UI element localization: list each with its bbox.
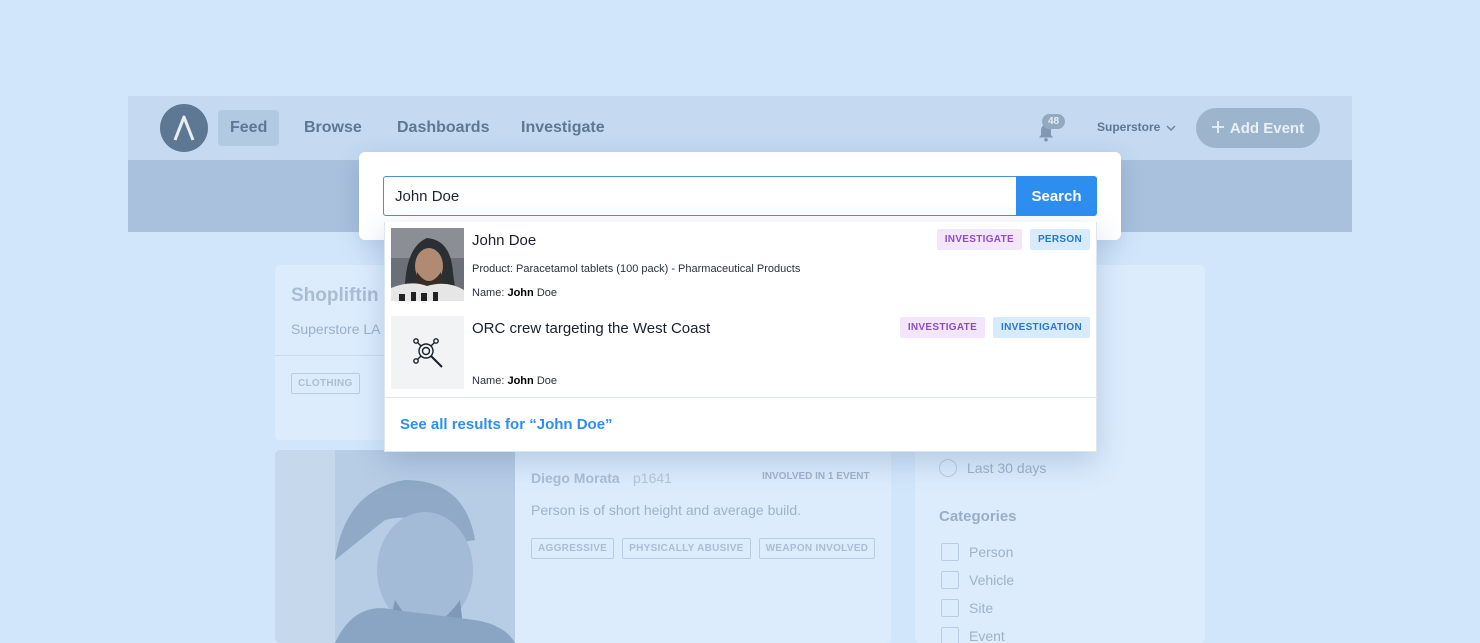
person-id: p1641 — [633, 470, 672, 486]
name-rest: Doe — [536, 287, 557, 299]
category-event[interactable]: Event — [941, 622, 1014, 643]
category-person[interactable]: Person — [941, 538, 1014, 566]
tag-aggressive: AGGRESSIVE — [531, 538, 615, 559]
name-match: John — [507, 375, 534, 387]
add-event-label: Add Event — [1229, 119, 1305, 137]
plus-icon — [1211, 120, 1224, 137]
checkbox[interactable] — [941, 571, 959, 589]
name-match: John — [507, 287, 534, 299]
result-badges: INVESTIGATE PERSON — [936, 229, 1090, 250]
search-result-investigation[interactable]: ORC crew targeting the West Coast Name: … — [385, 310, 1098, 398]
network-search-icon — [391, 316, 464, 389]
checkbox[interactable] — [941, 543, 959, 561]
categories-list: Person Vehicle Site Event — [941, 538, 1014, 643]
badge-investigation: INVESTIGATION — [993, 317, 1090, 338]
store-selector[interactable]: Superstore — [1097, 120, 1176, 134]
category-site[interactable]: Site — [941, 594, 1014, 622]
result-title: John Doe — [472, 232, 537, 249]
person-thumbnail — [391, 228, 464, 301]
nav-investigate[interactable]: Investigate — [509, 110, 617, 146]
checkbox[interactable] — [941, 599, 959, 617]
event-location: Superstore LA — [291, 321, 381, 337]
result-name-line: Name: John Doe — [472, 287, 557, 299]
app-header: Feed Browse Dashboards Investigate 48 Su… — [128, 96, 1352, 160]
tag-physically-abusive: PHYSICALLY ABUSIVE — [622, 538, 751, 559]
category-label: Site — [969, 600, 994, 616]
search-results-dropdown: John Doe Product: Paracetamol tablets (1… — [384, 222, 1098, 452]
search-button[interactable]: Search — [1016, 176, 1097, 216]
category-label: Event — [969, 628, 1005, 643]
nav-browse[interactable]: Browse — [292, 110, 374, 146]
tag-weapon-involved: WEAPON INVOLVED — [758, 538, 876, 559]
person-photo — [275, 450, 515, 643]
result-badges: INVESTIGATE INVESTIGATION — [899, 317, 1090, 338]
person-tags: AGGRESSIVE PHYSICALLY ABUSIVE WEAPON INV… — [531, 538, 876, 559]
checkbox[interactable] — [941, 627, 959, 643]
nav-feed[interactable]: Feed — [218, 110, 280, 146]
person-name[interactable]: Diego Morata — [531, 470, 620, 486]
category-label: Person — [969, 544, 1014, 560]
chevron-down-icon — [1166, 120, 1176, 134]
nav-dashboards[interactable]: Dashboards — [385, 110, 501, 146]
result-title: ORC crew targeting the West Coast — [472, 320, 711, 337]
search-input[interactable] — [383, 176, 1016, 216]
category-vehicle[interactable]: Vehicle — [941, 566, 1014, 594]
store-label: Superstore — [1097, 120, 1161, 134]
badge-person: PERSON — [1029, 229, 1090, 250]
involvement-count: INVOLVED IN 1 EVENT — [762, 471, 870, 482]
badge-investigate[interactable]: INVESTIGATE — [936, 229, 1022, 250]
categories-title: Categories — [939, 508, 1017, 525]
badge-investigate[interactable]: INVESTIGATE — [899, 317, 986, 338]
name-label: Name: — [472, 375, 505, 387]
lambda-logo-icon[interactable] — [160, 104, 208, 152]
date-filter-label: Last 30 days — [967, 460, 1047, 476]
add-event-button[interactable]: Add Event — [1196, 108, 1320, 148]
name-rest: Doe — [536, 375, 557, 387]
result-name-line: Name: John Doe — [472, 375, 557, 387]
divider — [385, 397, 1098, 398]
person-card[interactable]: Diego Morata p1641 INVOLVED IN 1 EVENT P… — [275, 450, 891, 643]
category-label: Vehicle — [969, 572, 1015, 588]
see-all-results-link[interactable]: See all results for “John Doe” — [400, 416, 613, 433]
event-title: Shopliftin — [291, 285, 379, 306]
name-label: Name: — [472, 287, 505, 299]
result-product-line: Product: Paracetamol tablets (100 pack) … — [472, 263, 801, 275]
person-description: Person is of short height and average bu… — [531, 502, 802, 518]
radio-button[interactable] — [939, 459, 957, 477]
notification-count-badge: 48 — [1042, 114, 1066, 129]
category-tag: CLOTHING — [291, 373, 360, 394]
search-result-person[interactable]: John Doe Product: Paracetamol tablets (1… — [385, 222, 1098, 310]
date-filter-last-30-days[interactable]: Last 30 days — [939, 459, 1046, 477]
